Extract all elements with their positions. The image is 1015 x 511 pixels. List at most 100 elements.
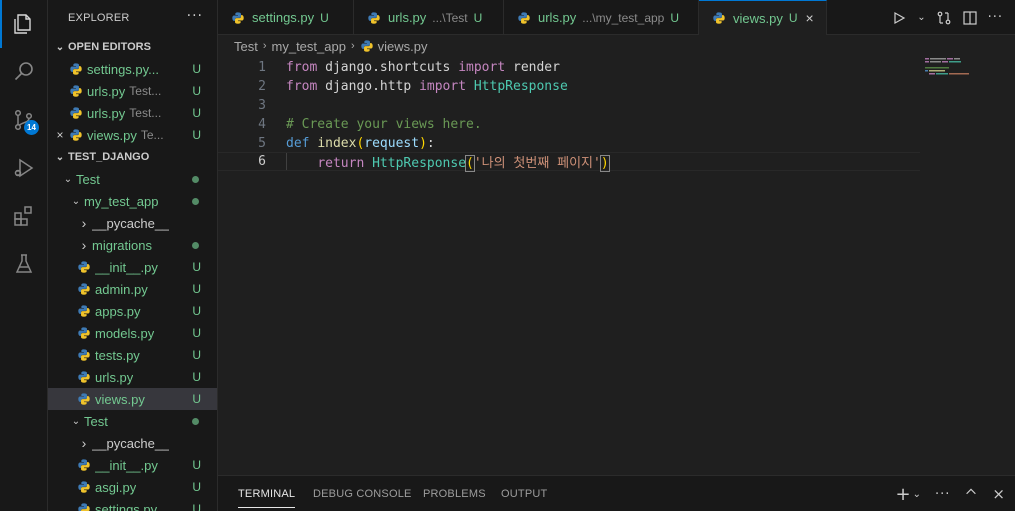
tab-debug-console[interactable]: DEBUG CONSOLE xyxy=(313,476,412,511)
modified-dot-icon xyxy=(192,175,199,183)
python-file-icon xyxy=(711,10,727,26)
line-number: 1 xyxy=(258,60,266,75)
python-file-icon xyxy=(76,281,92,297)
git-status-badge: U xyxy=(670,10,680,25)
git-status-badge: U xyxy=(192,106,201,120)
line-number: 4 xyxy=(258,117,266,132)
compare-changes-icon[interactable] xyxy=(936,10,952,26)
git-status-badge: U xyxy=(192,62,201,76)
code-text: return HttpResponse('나의 첫번째 페이지') xyxy=(317,155,610,172)
tree-item-name: Test xyxy=(76,171,100,187)
workspace-label: TEST_DJANGO xyxy=(68,151,150,163)
file-item[interactable]: __init__.py U xyxy=(48,256,217,278)
file-item[interactable]: models.py U xyxy=(48,322,217,344)
editor-tab[interactable]: urls.py ...\my_test_app U xyxy=(504,0,699,35)
modified-dot-icon xyxy=(192,417,199,425)
python-file-icon xyxy=(76,303,92,319)
file-item[interactable]: __init__.py U xyxy=(48,454,217,476)
chevron-down-icon: ⌄ xyxy=(55,151,65,163)
chevron-right-icon: › xyxy=(262,40,267,52)
line-number: 2 xyxy=(258,79,266,94)
testing-icon[interactable] xyxy=(0,240,48,288)
close-panel-icon[interactable]: × xyxy=(992,485,1005,503)
folder-item[interactable]: › migrations xyxy=(48,234,217,256)
run-python-file-icon[interactable] xyxy=(891,10,907,26)
tree-item-name: models.py xyxy=(95,325,155,341)
modified-dot-icon xyxy=(192,197,199,205)
more-actions-icon[interactable]: ··· xyxy=(187,8,203,24)
open-editor-item[interactable]: settings.py... U xyxy=(48,58,217,80)
file-item[interactable]: views.py U xyxy=(48,388,217,410)
file-tree: ⌄ Test ⌄ my_test_app › __pycache__ › migrations… xyxy=(48,168,217,511)
code-comment: # Create your views here. xyxy=(286,117,482,132)
file-item[interactable]: asgi.py U xyxy=(48,476,217,498)
explorer-icon[interactable] xyxy=(0,0,48,48)
minimap[interactable] xyxy=(925,57,975,77)
breadcrumb-item-my-test-app[interactable]: my_test_app xyxy=(272,39,346,54)
run-dropdown-icon[interactable]: ⌄ xyxy=(917,12,925,23)
split-editor-icon[interactable] xyxy=(962,10,978,26)
open-editors-header[interactable]: ⌄ OPEN EDITORS xyxy=(48,36,217,58)
open-editor-item[interactable]: urls.py Test... U xyxy=(48,80,217,102)
python-file-icon xyxy=(76,479,92,495)
python-file-icon xyxy=(76,325,92,341)
chevron-right-icon: › xyxy=(81,215,87,231)
open-editor-item[interactable]: × views.py Te... U xyxy=(48,124,217,146)
open-editor-name: settings.py... xyxy=(87,61,160,77)
code-line: 4 # Create your views here. xyxy=(218,115,918,134)
maximize-panel-icon[interactable] xyxy=(964,485,978,503)
extensions-icon[interactable] xyxy=(0,192,48,240)
editor-tab[interactable]: urls.py ...\Test U xyxy=(354,0,504,35)
tab-problems[interactable]: PROBLEMS xyxy=(423,476,486,511)
search-icon[interactable] xyxy=(0,48,48,96)
terminal-dropdown-icon[interactable]: ⌄ xyxy=(913,489,921,500)
close-icon[interactable]: × xyxy=(52,128,68,142)
breadcrumb-item-views-py[interactable]: views.py xyxy=(378,39,428,54)
folder-item[interactable]: ⌄ Test xyxy=(48,410,217,432)
git-status-badge: U xyxy=(192,502,201,511)
python-file-icon xyxy=(366,10,382,26)
source-control-icon[interactable]: 14 xyxy=(0,96,48,144)
git-status-badge: U xyxy=(192,480,201,494)
tab-output[interactable]: OUTPUT xyxy=(501,476,547,511)
python-file-icon xyxy=(76,259,92,275)
git-status-badge: U xyxy=(192,282,201,296)
breadcrumb-item-test[interactable]: Test xyxy=(234,39,258,54)
file-item[interactable]: admin.py U xyxy=(48,278,217,300)
new-terminal-icon[interactable]: + xyxy=(896,484,911,505)
tree-item-name: tests.py xyxy=(95,347,140,363)
close-icon[interactable]: × xyxy=(806,10,814,26)
folder-item[interactable]: › __pycache__ xyxy=(48,212,217,234)
file-item[interactable]: tests.py U xyxy=(48,344,217,366)
folder-item[interactable]: ⌄ Test xyxy=(48,168,217,190)
run-debug-icon[interactable] xyxy=(0,144,48,192)
folder-item[interactable]: ⌄ my_test_app xyxy=(48,190,217,212)
file-item[interactable]: apps.py U xyxy=(48,300,217,322)
git-status-badge: U xyxy=(192,392,201,406)
editor-tab[interactable]: views.py U × xyxy=(699,0,827,35)
open-editors-label: OPEN EDITORS xyxy=(68,41,151,53)
more-actions-icon[interactable]: ··· xyxy=(935,487,950,502)
tree-item-name: my_test_app xyxy=(84,193,159,209)
python-file-icon xyxy=(68,61,84,77)
tab-label: views.py xyxy=(733,10,783,26)
source-control-badge: 14 xyxy=(24,120,39,135)
open-editor-name: urls.py xyxy=(87,83,126,99)
tree-item-name: __pycache__ xyxy=(92,215,170,231)
python-file-icon xyxy=(516,10,532,26)
code-editor[interactable]: 1 from django.shortcuts import render 2 … xyxy=(218,57,1015,475)
workspace-header[interactable]: ⌄ TEST_DJANGO xyxy=(48,146,217,168)
folder-item[interactable]: › __pycache__ xyxy=(48,432,217,454)
file-item[interactable]: settings.py U xyxy=(48,498,217,511)
python-file-icon xyxy=(76,501,92,511)
open-editor-name: urls.py xyxy=(87,105,126,121)
more-actions-icon[interactable]: ··· xyxy=(988,10,1003,25)
breadcrumb: Test › my_test_app › views.py xyxy=(218,35,1015,57)
tree-item-name: urls.py xyxy=(95,369,134,385)
tab-terminal[interactable]: TERMINAL xyxy=(238,476,296,511)
file-item[interactable]: urls.py U xyxy=(48,366,217,388)
code-text: from django.http import HttpResponse xyxy=(286,79,568,94)
open-editor-item[interactable]: urls.py Test... U xyxy=(48,102,217,124)
editor-tab[interactable]: settings.py U xyxy=(218,0,354,35)
tree-item-name: __init__.py xyxy=(95,457,158,473)
